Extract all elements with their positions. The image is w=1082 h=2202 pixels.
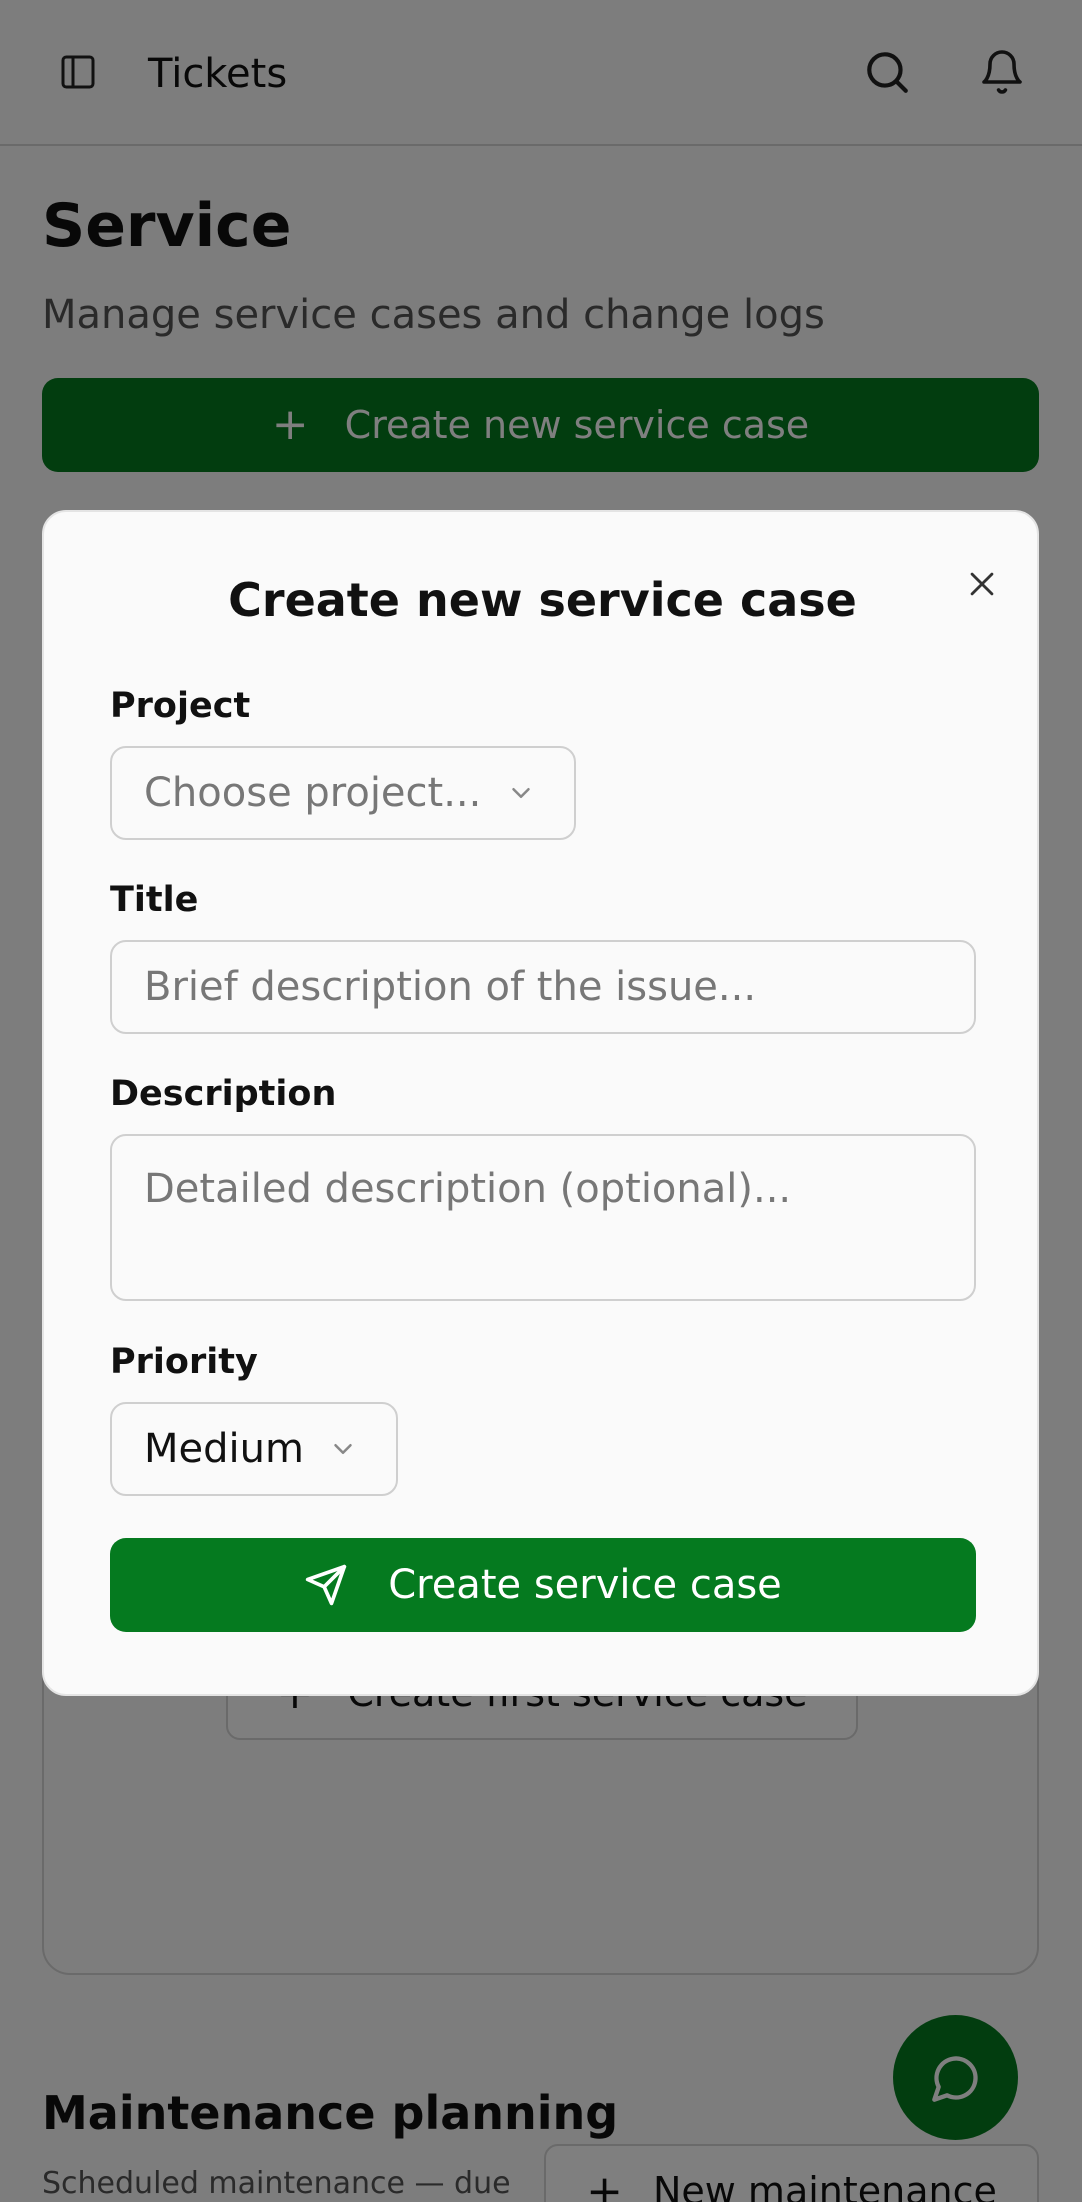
priority-select[interactable]: Medium — [110, 1402, 398, 1496]
title-input[interactable]: Brief description of the issue... — [110, 940, 976, 1034]
project-select-placeholder: Choose project... — [144, 770, 482, 816]
description-textarea[interactable]: Detailed description (optional)... — [110, 1134, 976, 1301]
create-service-case-submit-button[interactable]: Create service case — [110, 1538, 976, 1632]
description-label: Description — [110, 1074, 337, 1114]
chevron-down-icon — [334, 1444, 352, 1454]
description-textarea-placeholder: Detailed description (optional)... — [144, 1166, 792, 1212]
dialog-title: Create new service case — [228, 573, 857, 627]
priority-select-value: Medium — [144, 1426, 304, 1472]
close-icon[interactable] — [952, 554, 1012, 614]
title-label: Title — [110, 880, 199, 920]
project-select[interactable]: Choose project... — [110, 746, 576, 840]
create-service-case-dialog: Create new service case Project Choose p… — [42, 510, 1039, 1696]
priority-label: Priority — [110, 1342, 258, 1382]
chevron-down-icon — [512, 788, 530, 798]
submit-label: Create service case — [388, 1562, 782, 1608]
page: Tickets Service Manage service cases and… — [0, 0, 1082, 2202]
title-input-placeholder: Brief description of the issue... — [144, 964, 757, 1010]
send-icon — [306, 1564, 347, 1606]
project-label: Project — [110, 686, 251, 726]
